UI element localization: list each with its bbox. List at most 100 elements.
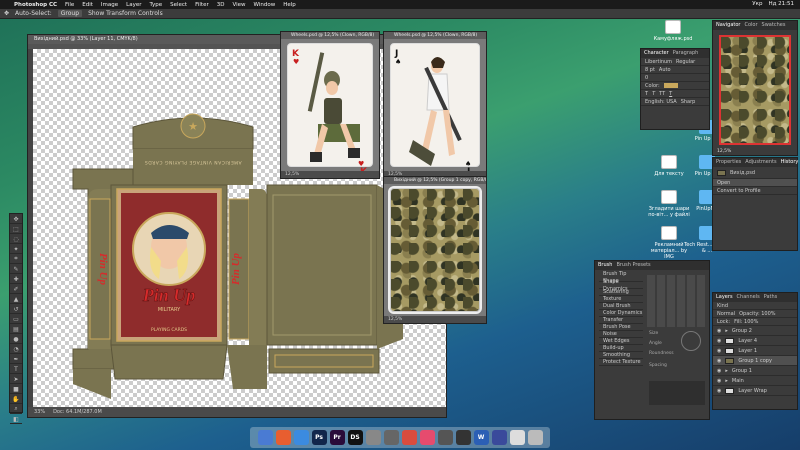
card-window-title[interactable]: Wheels.psd @ 12,5% (Сlown, RGB/8)	[281, 32, 379, 39]
layer-row[interactable]: ◉ Layer 1	[713, 346, 797, 356]
stamp-icon[interactable]: ▲	[10, 295, 22, 304]
dock-app-photoshop[interactable]: Ps	[311, 430, 327, 445]
layer-row[interactable]: ◉ Layer 4	[713, 336, 797, 346]
app-name[interactable]: Photoshop CC	[14, 2, 57, 8]
opacity-field[interactable]: Opacity: 100%	[739, 310, 775, 318]
caps-icon[interactable]: TT	[659, 90, 665, 98]
history-snapshot[interactable]: Вихід.psd	[713, 167, 797, 179]
card-back-camo[interactable]	[388, 186, 482, 314]
bold-icon[interactable]: T	[645, 90, 648, 98]
path-select-icon[interactable]: ➤	[10, 375, 22, 384]
show-transform-checkbox[interactable]: Show Transform Controls	[88, 10, 163, 17]
menu-edit[interactable]: Edit	[82, 2, 93, 8]
tab-navigator[interactable]: Navigator	[716, 21, 740, 30]
menu-view[interactable]: View	[232, 2, 245, 8]
gradient-icon[interactable]: ▤	[10, 325, 22, 334]
blur-icon[interactable]: ●	[10, 335, 22, 344]
menu-help[interactable]: Help	[283, 2, 296, 8]
antialias-select[interactable]: Sharp	[681, 98, 696, 106]
eye-icon[interactable]: ◉	[717, 387, 721, 395]
color-swatch-icon[interactable]: ◧	[10, 415, 22, 424]
italic-icon[interactable]: T	[652, 90, 655, 98]
dock-folder-downloads[interactable]	[509, 430, 525, 445]
history-item[interactable]: Convert to Profile	[713, 187, 797, 195]
dock-app-preview[interactable]	[383, 430, 399, 445]
move-icon[interactable]: ✥	[10, 215, 22, 224]
navigator-preview[interactable]	[719, 35, 791, 145]
zoom-icon[interactable]: ⌕	[10, 405, 22, 414]
dock-app-launchpad[interactable]	[275, 430, 291, 445]
eye-icon[interactable]: ◉	[717, 327, 721, 335]
doc-zoom[interactable]: 33%	[34, 409, 45, 415]
underline-icon[interactable]: T	[669, 90, 672, 98]
marquee-icon[interactable]: ⬚	[10, 225, 22, 234]
brush-icon[interactable]: ✐	[10, 285, 22, 294]
auto-select-checkbox[interactable]: Auto-Select:	[15, 10, 52, 17]
magic-wand-icon[interactable]: ✦	[10, 245, 22, 254]
tab-history[interactable]: History	[781, 158, 799, 167]
history-brush-icon[interactable]: ↺	[10, 305, 22, 314]
dock-app-utility[interactable]	[365, 430, 381, 445]
dock-app-settings[interactable]	[437, 430, 453, 445]
tab-adjustments[interactable]: Adjustments	[745, 158, 776, 167]
menu-layer[interactable]: Layer	[126, 2, 141, 8]
tracking-field[interactable]: 0	[645, 74, 648, 82]
brush-tips-grid[interactable]	[647, 275, 707, 327]
eye-icon[interactable]: ◉	[717, 377, 721, 385]
menu-filter[interactable]: Filter	[195, 2, 209, 8]
dock-app-ds[interactable]: DS	[347, 430, 363, 445]
layer-row[interactable]: ◉ ▸ Group 1	[713, 366, 797, 376]
menu-image[interactable]: Image	[101, 2, 118, 8]
hand-icon[interactable]: ✋	[10, 395, 22, 404]
lasso-icon[interactable]: ◌	[10, 235, 22, 244]
dock-app-photos[interactable]	[401, 430, 417, 445]
tab-color[interactable]: Color	[744, 21, 757, 30]
eye-icon[interactable]: ◉	[717, 337, 721, 345]
brush-setting[interactable]: Protect Texture	[599, 359, 643, 366]
layer-row[interactable]: ◉ ▸ Group 2	[713, 326, 797, 336]
fill-field[interactable]: Fill: 100%	[734, 318, 758, 326]
desktop-file[interactable]: Камуфляж.psd	[650, 20, 696, 42]
tab-channels[interactable]: Channels	[737, 293, 760, 302]
tab-properties[interactable]: Properties	[716, 158, 741, 167]
eraser-icon[interactable]: ▭	[10, 315, 22, 324]
card-jack-spades[interactable]: J ♠ ♠ J	[390, 43, 480, 177]
leading-field[interactable]: Auto	[659, 66, 671, 74]
input-language[interactable]: Укр	[752, 1, 762, 7]
brush-angle-dial[interactable]	[681, 331, 701, 351]
clock[interactable]: Нд 21:51	[768, 1, 794, 7]
dock-app-safari[interactable]	[293, 430, 309, 445]
card-window-title[interactable]: Wheels.psd @ 12,5% (Сlown, RGB/8)	[384, 32, 486, 39]
layer-row[interactable]: ◉ ▸ Main	[713, 376, 797, 386]
healing-icon[interactable]: ✚	[10, 275, 22, 284]
dock-app-word[interactable]: W	[473, 430, 489, 445]
card-king-hearts[interactable]: K ♥ ♥ K	[287, 43, 373, 177]
menu-3d[interactable]: 3D	[217, 2, 225, 8]
font-size-field[interactable]: 8 pt	[645, 66, 655, 74]
menu-select[interactable]: Select	[170, 2, 187, 8]
blend-mode-select[interactable]: Normal	[717, 310, 735, 318]
menu-window[interactable]: Window	[254, 2, 276, 8]
dock-app-vpn[interactable]	[491, 430, 507, 445]
language-select[interactable]: English: USA	[645, 98, 677, 106]
move-tool-icon[interactable]: ✥	[4, 10, 9, 17]
dock-app-finder[interactable]	[257, 430, 273, 445]
tab-swatches[interactable]: Swatches	[762, 21, 786, 30]
layer-row[interactable]: ◉ Group 1 copy	[713, 356, 797, 366]
crop-icon[interactable]: ⌗	[10, 255, 22, 264]
menu-file[interactable]: File	[65, 2, 74, 8]
type-icon[interactable]: T	[10, 365, 22, 374]
eye-icon[interactable]: ◉	[717, 367, 721, 375]
pen-icon[interactable]: ✒	[10, 355, 22, 364]
tab-paths[interactable]: Paths	[764, 293, 778, 302]
font-family-select[interactable]: Libertinum	[645, 58, 672, 66]
layer-row[interactable]: ◉ Layer Wrap	[713, 386, 797, 396]
dock-app-premiere[interactable]: Pr	[329, 430, 345, 445]
eyedropper-icon[interactable]: ✎	[10, 265, 22, 274]
menu-type[interactable]: Type	[149, 2, 162, 8]
tab-brush[interactable]: Brush	[598, 261, 612, 270]
layer-filter-select[interactable]: Kind	[717, 302, 728, 310]
dock-app-music[interactable]	[419, 430, 435, 445]
auto-select-dropdown[interactable]: Group	[57, 10, 83, 17]
navigator-zoom[interactable]: 12,5%	[717, 149, 731, 154]
